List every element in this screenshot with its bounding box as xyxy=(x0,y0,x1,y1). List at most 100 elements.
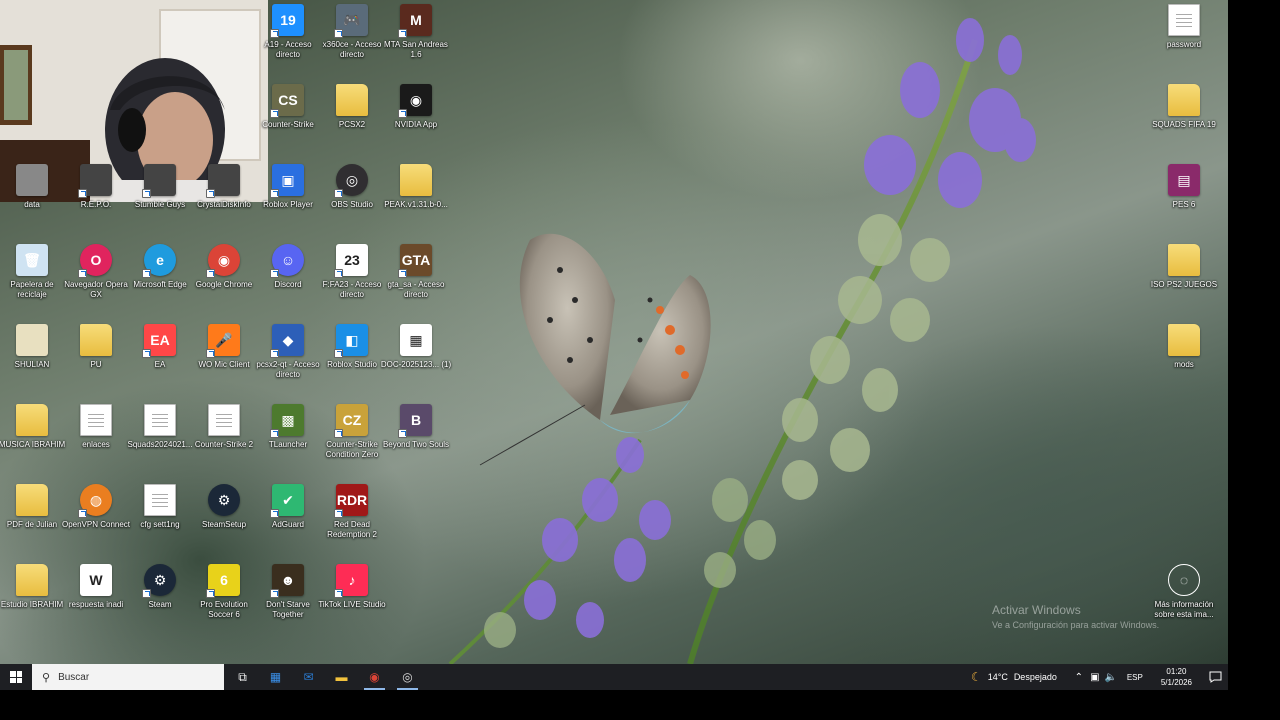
language-indicator[interactable]: ESP xyxy=(1127,673,1143,682)
desktop-icon[interactable]: ▤ PES 6 xyxy=(1148,160,1220,238)
shortcut-arrow-icon xyxy=(270,29,279,38)
desktop-icon[interactable]: EA EA xyxy=(124,320,196,398)
chrome-taskbar-button[interactable]: ◉ xyxy=(358,664,391,690)
desktop-icon[interactable]: ISO PS2 JUEGOS xyxy=(1148,240,1220,318)
desktop-icon[interactable]: SHULIAN xyxy=(0,320,68,398)
weather-temp: 14°C xyxy=(987,672,1008,682)
desktop-icon[interactable]: Squads2024021... xyxy=(124,400,196,478)
desktop-icon[interactable]: RDR Red Dead Redemption 2 xyxy=(316,480,388,558)
microsoft-store-button[interactable]: ▦ xyxy=(259,664,292,690)
desktop-icon[interactable]: 19 A19 - Acceso directo xyxy=(252,0,324,78)
search-box[interactable]: ⚲ Buscar xyxy=(32,664,224,690)
desktop-icon[interactable]: Estudio IBRAHIM xyxy=(0,560,68,638)
desktop[interactable]: 19 A19 - Acceso directo 🎮 x360ce - Acceso d… xyxy=(0,0,1228,664)
desktop-icon[interactable]: B Beyond Two Souls xyxy=(380,400,452,478)
desktop-icon[interactable]: GTA gta_sa - Acceso directo xyxy=(380,240,452,318)
mta-icon: M xyxy=(398,4,432,38)
desktop-icon[interactable]: password xyxy=(1148,0,1220,78)
desktop-icon[interactable]: 🎮 x360ce - Acceso directo xyxy=(316,0,388,78)
task-view-icon: ⧉ xyxy=(238,669,247,684)
desktop-icon[interactable]: CS Counter-Strike xyxy=(252,80,324,158)
chevron-up-icon[interactable]: ⌃ xyxy=(1071,664,1087,690)
desktop-icon-label: mods xyxy=(1174,360,1194,369)
desktop-icon-label: Roblox Player xyxy=(263,200,313,209)
desktop-icon[interactable]: ♪ TikTok LIVE Studio xyxy=(316,560,388,638)
obs-taskbar-button[interactable]: ◎ xyxy=(391,664,424,690)
desktop-icon[interactable]: ▦ DOC-2025123... (1) xyxy=(380,320,452,398)
desktop-icon[interactable]: ☻ Don't Starve Together xyxy=(252,560,324,638)
data-icon xyxy=(16,164,48,196)
shortcut-arrow-icon xyxy=(270,429,279,438)
folder-icon xyxy=(1168,244,1200,276)
desktop-icon[interactable]: ◉ Google Chrome xyxy=(188,240,260,318)
shortcut-arrow-icon xyxy=(398,429,407,438)
counter-strike-icon: CS xyxy=(270,84,304,118)
opera-gx-icon: O xyxy=(78,244,112,278)
shortcut-arrow-icon xyxy=(334,189,343,198)
desktop-icon-label: DOC-2025123... (1) xyxy=(380,360,452,369)
desktop-icon[interactable]: CrystalDiskInfo xyxy=(188,160,260,238)
clock-date: 5/1/2026 xyxy=(1160,678,1192,687)
screen-border-bottom xyxy=(0,690,1280,720)
notification-center-button[interactable] xyxy=(1202,671,1228,683)
desktop-icon-label: Estudio IBRAHIM xyxy=(0,600,64,609)
desktop-icon[interactable]: 23 F:FA23 - Acceso directo xyxy=(316,240,388,318)
desktop-icon[interactable]: ⚙ SteamSetup xyxy=(188,480,260,558)
desktop-icon[interactable]: Stumble Guys xyxy=(124,160,196,238)
desktop-icon-label: Steam xyxy=(148,600,172,609)
desktop-icon[interactable]: mods xyxy=(1148,320,1220,398)
desktop-icon[interactable]: R.E.P.O. xyxy=(60,160,132,238)
desktop-icon-label: respuesta inadi xyxy=(68,600,124,609)
network-icon[interactable]: ▣ xyxy=(1087,664,1103,690)
desktop-icon[interactable]: ⚙ Steam xyxy=(124,560,196,638)
shortcut-arrow-icon xyxy=(398,109,407,118)
task-view-button[interactable]: ⧉ xyxy=(226,664,259,690)
desktop-icon-label: TLauncher xyxy=(268,440,308,449)
desktop-icon[interactable]: SQUADS FIFA 19 xyxy=(1148,80,1220,158)
desktop-icon[interactable]: PDF de Julian xyxy=(0,480,68,558)
desktop-icon[interactable]: ◍ OpenVPN Connect xyxy=(60,480,132,558)
desktop-icon[interactable]: enlaces xyxy=(60,400,132,478)
taskbar: ⚲ Buscar ⧉ ▦ ✉ ▬ ◉ ◎ ☾ 14°C Despejado ⌃ ▣ 🔈 E… xyxy=(0,664,1228,690)
desktop-icon[interactable]: ◎ OBS Studio xyxy=(316,160,388,238)
desktop-icon[interactable]: ◉ NVIDIA App xyxy=(380,80,452,158)
desktop-icon[interactable]: PU xyxy=(60,320,132,398)
desktop-icon[interactable]: 🎤 WO Mic Client xyxy=(188,320,260,398)
desktop-icon[interactable]: ☺ Discord xyxy=(252,240,324,318)
desktop-icon[interactable]: 🗑 Papelera de reciclaje xyxy=(0,240,68,318)
start-button[interactable] xyxy=(0,664,32,690)
weather-widget[interactable]: ☾ 14°C Despejado xyxy=(971,670,1057,684)
desktop-icon[interactable]: data xyxy=(0,160,68,238)
desktop-icon-label: SQUADS FIFA 19 xyxy=(1152,120,1216,129)
folder-icon xyxy=(400,164,432,196)
desktop-icon[interactable]: ◆ pcsx2-qt - Acceso directo xyxy=(252,320,324,398)
desktop-icon[interactable]: Counter-Strike 2 xyxy=(188,400,260,478)
desktop-icon[interactable]: O Navegador Opera GX xyxy=(60,240,132,318)
desktop-icon[interactable]: M MTA San Andreas 1.6 xyxy=(380,0,452,78)
desktop-icon[interactable]: 6 Pro Evolution Soccer 6 xyxy=(188,560,260,638)
desktop-icon[interactable]: MUSICA IBRAHIM xyxy=(0,400,68,478)
volume-icon[interactable]: 🔈 xyxy=(1103,664,1119,690)
file-explorer-button[interactable]: ▬ xyxy=(325,664,358,690)
desktop-icon[interactable]: ✔ AdGuard xyxy=(252,480,324,558)
desktop-icon[interactable]: cfg sett1ng xyxy=(124,480,196,558)
clock[interactable]: 01:20 5/1/2026 xyxy=(1161,666,1192,688)
chrome-taskbar-icon: ◉ xyxy=(369,670,380,684)
recycle-bin-icon: 🗑 xyxy=(16,244,48,276)
desktop-icon[interactable]: PEAK.v1.31.b-0... xyxy=(380,160,452,238)
desktop-icon[interactable]: ▩ TLauncher xyxy=(252,400,324,478)
screen-border-right xyxy=(1228,0,1280,720)
dont-starve-icon: ☻ xyxy=(270,564,304,598)
fifa23-icon: 23 xyxy=(334,244,368,278)
desktop-icon[interactable]: Wrespuesta inadi xyxy=(60,560,132,638)
gta-sa-icon: GTA xyxy=(398,244,432,278)
desktop-icon-label: F:FA23 - Acceso directo xyxy=(322,280,382,299)
desktop-icon[interactable]: CZ Counter-Strike Condition Zero xyxy=(316,400,388,478)
outlook-button[interactable]: ✉ xyxy=(292,664,325,690)
desktop-icon[interactable]: ◧ Roblox Studio xyxy=(316,320,388,398)
desktop-icon-label: Don't Starve Together xyxy=(266,600,310,619)
desktop-icon[interactable]: ▣ Roblox Player xyxy=(252,160,324,238)
desktop-icon[interactable]: PCSX2 xyxy=(316,80,388,158)
desktop-icon-label: PEAK.v1.31.b-0... xyxy=(384,200,448,209)
desktop-icon[interactable]: e Microsoft Edge xyxy=(124,240,196,318)
